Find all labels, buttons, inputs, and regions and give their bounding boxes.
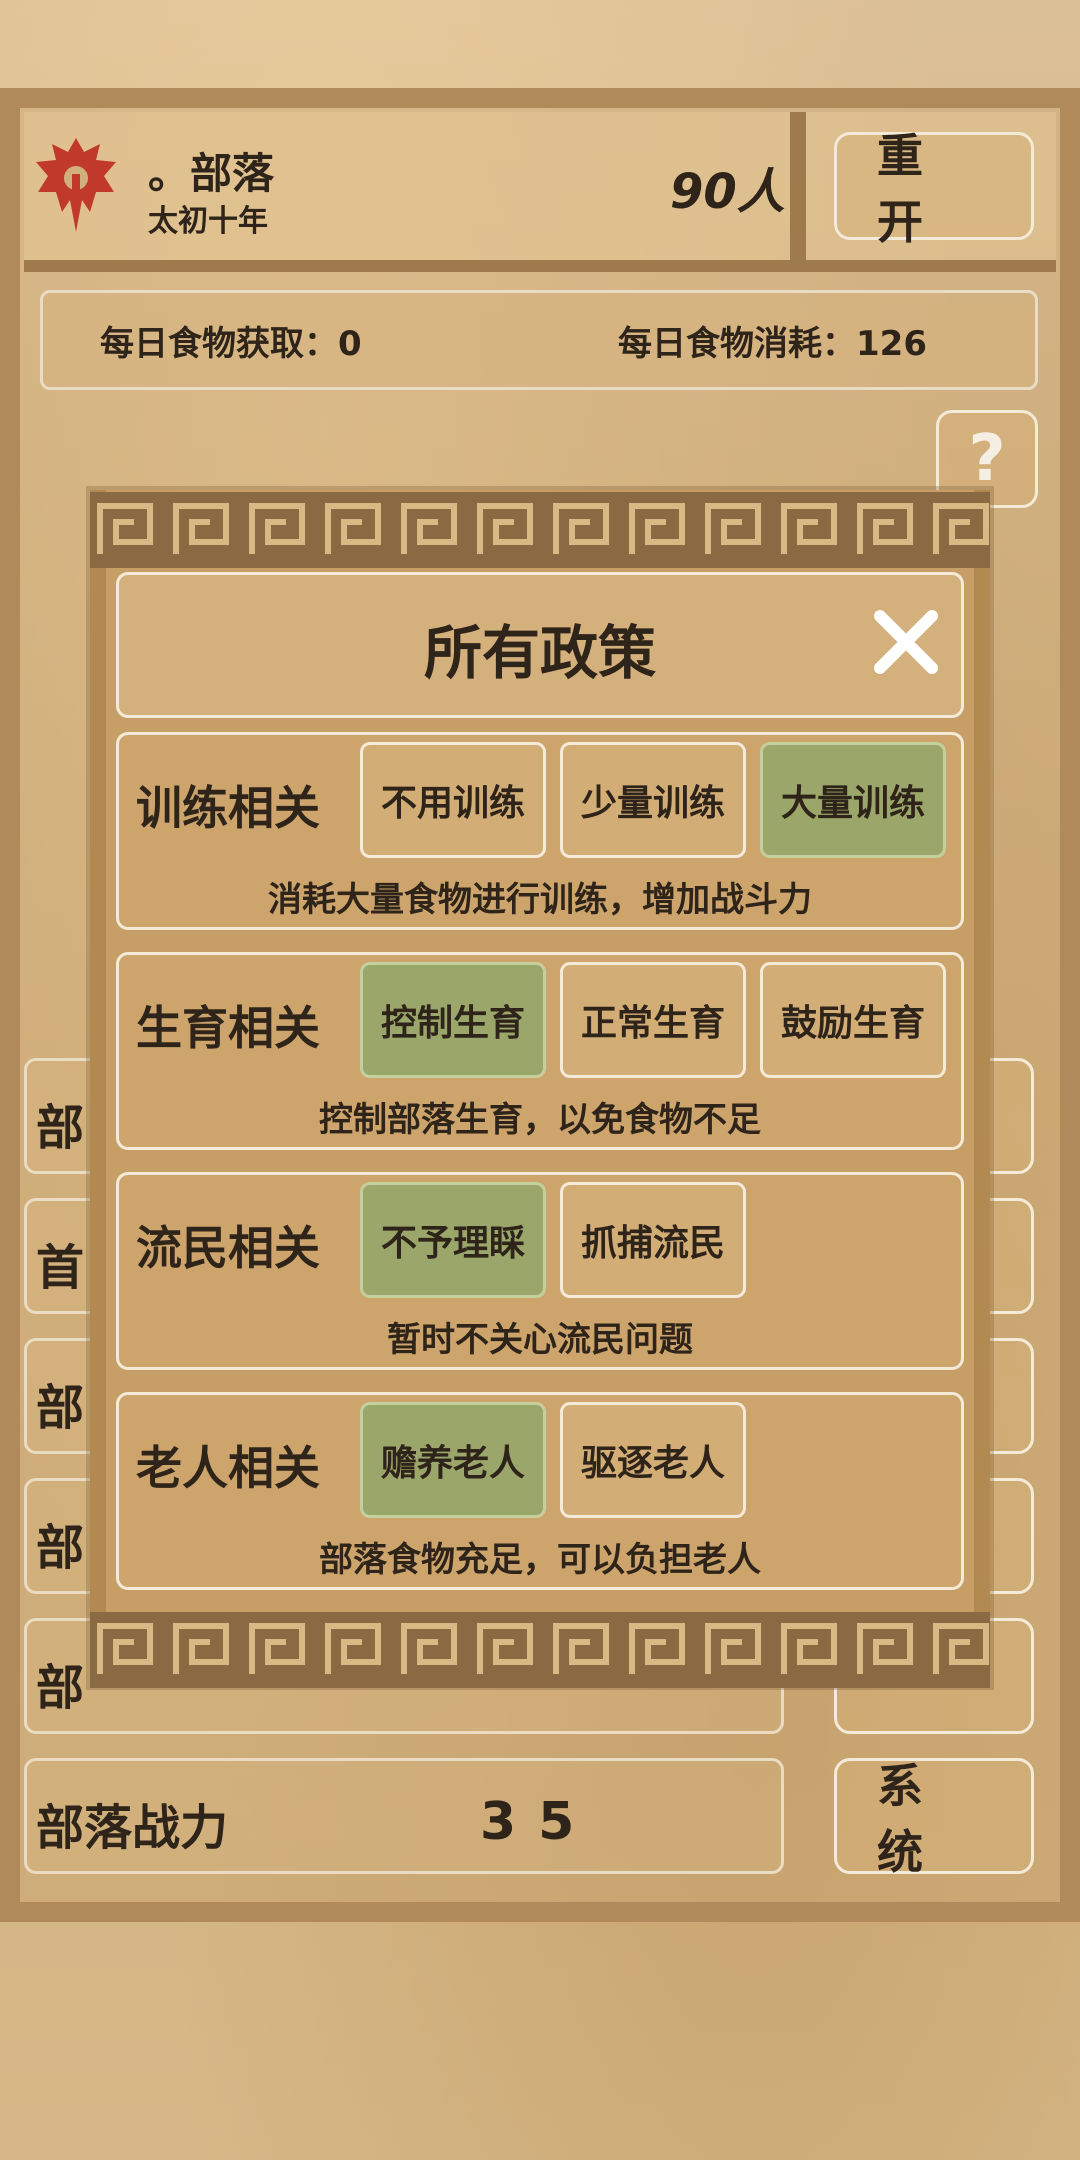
policy-category: 生育相关	[136, 1001, 320, 1055]
policy-category: 老人相关	[136, 1441, 320, 1495]
daily-food-gain: 每日食物获取：0	[100, 324, 362, 364]
policy-description: 控制部落生育，以免食物不足	[319, 1100, 761, 1140]
meander-border-top	[90, 492, 990, 568]
policy-option[interactable]: 正常生育	[560, 962, 746, 1078]
policy-category: 流民相关	[136, 1221, 320, 1275]
tribe-era: 太初十年	[148, 204, 268, 239]
policy-option[interactable]: 鼓励生育	[760, 962, 946, 1078]
system-button[interactable]: 系统	[834, 1758, 1034, 1879]
daily-food-cost: 每日食物消耗：126	[618, 324, 927, 364]
combat-power-value: 35	[480, 1792, 597, 1852]
stat-label: 部	[36, 1520, 85, 1576]
policy-option[interactable]: 抓捕流民	[560, 1182, 746, 1298]
policy-description: 暂时不关心流民问题	[387, 1320, 693, 1360]
stat-label: 部	[36, 1100, 85, 1156]
policy-option-selected[interactable]: 赡养老人	[360, 1402, 546, 1518]
close-icon[interactable]	[870, 606, 942, 678]
tribe-name: 。部落	[148, 149, 275, 198]
policy-description: 部落食物充足，可以负担老人	[319, 1540, 761, 1580]
top-bar-divider	[790, 112, 806, 260]
policy-option-selected[interactable]: 控制生育	[360, 962, 546, 1078]
horde-emblem-icon	[36, 138, 116, 232]
policy-description: 消耗大量食物进行训练，增加战斗力	[268, 880, 812, 920]
policy-option-selected[interactable]: 大量训练	[760, 742, 946, 858]
stat-label: 部	[36, 1380, 85, 1436]
policy-option[interactable]: 少量训练	[560, 742, 746, 858]
policy-option-selected[interactable]: 不予理睬	[360, 1182, 546, 1298]
combat-power-label: 部落战力	[36, 1800, 229, 1856]
restart-button[interactable]: 重开	[834, 129, 1034, 249]
meander-border-bottom	[90, 1612, 990, 1688]
policy-option[interactable]: 驱逐老人	[560, 1402, 746, 1518]
stat-label: 首	[36, 1240, 85, 1296]
population-count: 90人	[670, 164, 785, 220]
policy-option[interactable]: 不用训练	[360, 742, 546, 858]
stat-label: 部	[36, 1660, 85, 1716]
policy-category: 训练相关	[136, 781, 320, 835]
